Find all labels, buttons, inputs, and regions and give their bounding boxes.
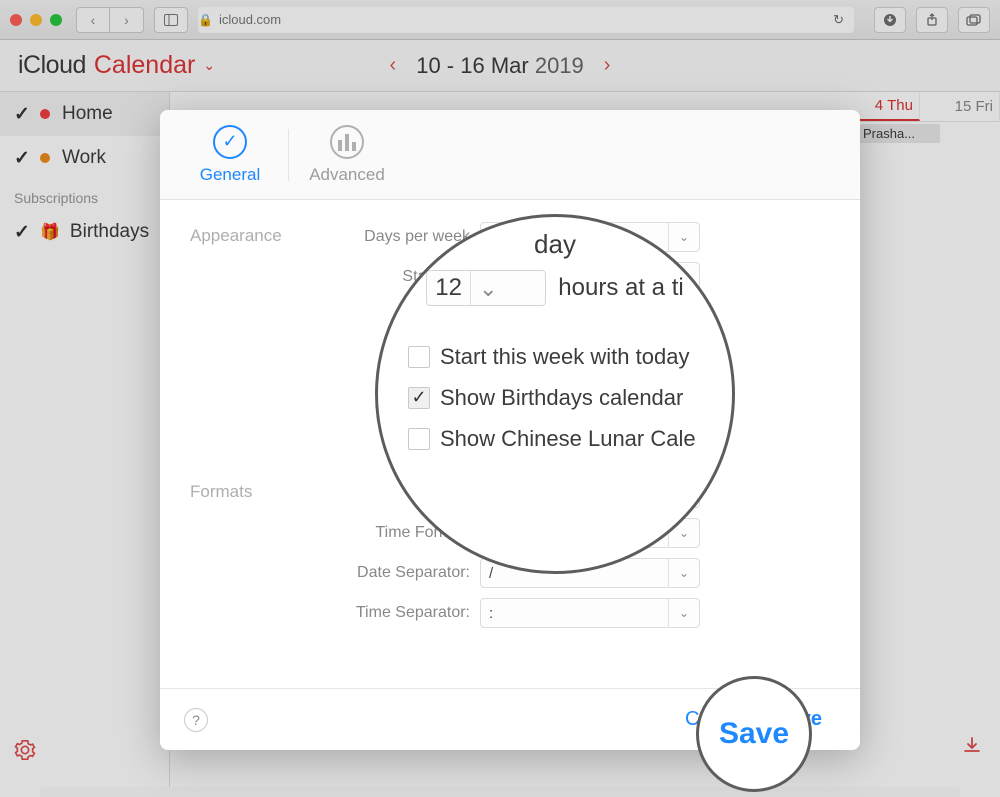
section-label: Appearance (190, 222, 320, 302)
minimize-icon[interactable] (30, 14, 42, 26)
sidebar-item-birthdays[interactable]: ✓ 🎁 Birthdays (0, 210, 169, 254)
reload-icon[interactable]: ↻ (833, 12, 854, 28)
checkbox-icon[interactable]: ✓ (14, 147, 30, 170)
select-hours-visible[interactable]: 12 ⌄ (426, 270, 546, 306)
checkmark-circle-icon: ✓ (213, 125, 247, 159)
chevron-down-icon: ⌄ (668, 223, 691, 251)
checkbox-icon[interactable] (408, 428, 430, 450)
sidebar-item-label: Birthdays (70, 221, 149, 243)
tab-advanced[interactable]: Advanced (297, 125, 397, 185)
checkbox-icon[interactable]: ✓ (14, 103, 30, 126)
checkbox-label: Show Chinese Lunar Cale (440, 422, 696, 455)
chevron-down-icon: ⌄ (668, 559, 691, 587)
window-controls (10, 14, 62, 26)
select-value: 12 (435, 270, 462, 306)
callout-save-zoom: Save (696, 676, 812, 792)
url-host: icloud.com (219, 12, 281, 27)
callout-settings-zoom: day 12 ⌄ hours at a ti Start this week w… (375, 214, 735, 574)
help-button[interactable]: ? (184, 708, 208, 732)
select-value: / (489, 565, 493, 582)
tab-label: Advanced (297, 165, 397, 185)
next-week-button[interactable]: › (604, 54, 611, 77)
day-header-fri[interactable]: 15 Fri (920, 92, 1000, 121)
address-bar[interactable]: 🔒 icloud.com ↻ (198, 7, 854, 33)
checkbox-row-lunar[interactable]: Show Chinese Lunar Cale (390, 422, 720, 455)
calendar-color-icon (40, 153, 50, 163)
day-thu-label: Thu (887, 97, 913, 114)
day-fri-label: 15 Fri (955, 98, 993, 115)
date-range-main: 10 - 16 Mar (416, 53, 529, 78)
sidebar-item-home[interactable]: ✓ Home (0, 92, 169, 136)
zoom-icon[interactable] (50, 14, 62, 26)
sidebar-item-label: Work (62, 147, 106, 169)
prev-week-button[interactable]: ‹ (390, 54, 397, 77)
checkbox-row-birthdays[interactable]: ✓ Show Birthdays calendar (390, 381, 720, 414)
field-label: Date Separator: (320, 564, 480, 582)
download-icon[interactable] (962, 735, 982, 761)
tab-label: General (180, 165, 280, 185)
select-value: : (489, 605, 493, 622)
chevron-down-icon: ⌄ (470, 271, 497, 305)
brand-calendar[interactable]: Calendar (94, 51, 195, 80)
browser-toolbar: ‹ › 🔒 icloud.com ↻ (0, 0, 1000, 40)
gift-icon: 🎁 (40, 222, 60, 242)
nav-back-forward: ‹ › (76, 7, 144, 33)
field-label: Time Separator: (320, 604, 480, 622)
app-header: iCloud Calendar ⌄ ‹ 10 - 16 Mar 2019 › (0, 40, 1000, 92)
page-ledge (40, 787, 960, 797)
event-chip[interactable]: Prasha... (854, 124, 940, 143)
select-time-separator[interactable]: : ⌄ (480, 598, 700, 628)
day-thu-num: 4 (875, 97, 883, 114)
calendar-color-icon (40, 109, 50, 119)
tab-general[interactable]: ✓ General (180, 125, 280, 185)
checkbox-icon[interactable]: ✓ (14, 221, 30, 244)
sidebar-item-label: Home (62, 103, 113, 125)
section-label: Formats (190, 478, 320, 638)
hours-suffix: hours at a ti (558, 270, 683, 306)
date-range-nav: ‹ 10 - 16 Mar 2019 › (390, 53, 611, 79)
checkbox-icon[interactable] (408, 346, 430, 368)
downloads-button[interactable] (874, 7, 906, 33)
brand-icloud: iCloud (18, 51, 86, 80)
save-label: Save (719, 717, 789, 751)
sidebar-item-work[interactable]: ✓ Work (0, 136, 169, 180)
settings-button[interactable] (14, 739, 36, 761)
toolbar-right (874, 7, 990, 33)
lock-icon: 🔒 (198, 13, 213, 27)
back-button[interactable]: ‹ (76, 7, 110, 33)
close-icon[interactable] (10, 14, 22, 26)
chevron-down-icon: ⌄ (668, 599, 691, 627)
subscriptions-heading: Subscriptions (0, 180, 169, 210)
row-time-separator: Time Separator: : ⌄ (320, 598, 820, 628)
sidebar-toggle-button[interactable] (154, 7, 188, 33)
checkbox-label: Start this week with today (440, 340, 689, 373)
modal-tabbar: ✓ General Advanced (160, 110, 860, 200)
checkbox-row-start-today[interactable]: Start this week with today (390, 340, 720, 373)
tabs-button[interactable] (958, 7, 990, 33)
sliders-icon (330, 125, 364, 159)
app-switch-chevron-icon[interactable]: ⌄ (203, 57, 215, 74)
forward-button[interactable]: › (110, 7, 144, 33)
checkbox-label: Show Birthdays calendar (440, 381, 683, 414)
calendars-sidebar: ✓ Home ✓ Work Subscriptions ✓ 🎁 Birthday… (0, 92, 170, 797)
tab-divider (288, 129, 289, 181)
date-range-year: 2019 (535, 53, 584, 78)
checkbox-icon[interactable]: ✓ (408, 387, 430, 409)
share-button[interactable] (916, 7, 948, 33)
